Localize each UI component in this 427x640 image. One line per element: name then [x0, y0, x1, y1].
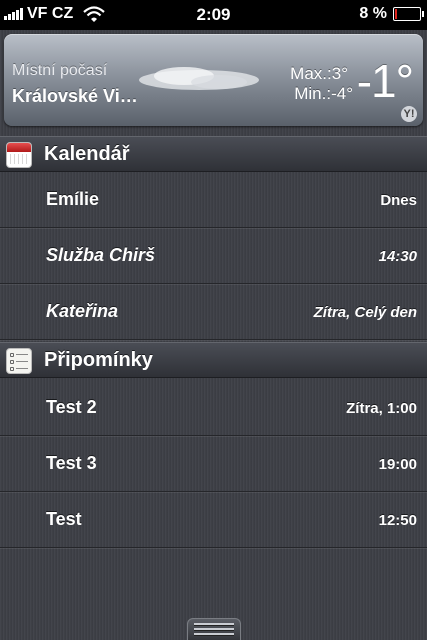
weather-city: Královské Vi… [12, 86, 138, 106]
reminders-header[interactable]: Připomínky [0, 342, 427, 378]
calendar-event[interactable]: Emílie Dnes [0, 172, 427, 228]
reminder-title: Test 2 [46, 397, 97, 417]
event-title: Emílie [46, 189, 100, 209]
reminder-time: 19:00 [378, 456, 417, 473]
calendar-title: Kalendář [44, 143, 130, 165]
cloud-icon [139, 67, 259, 90]
calendar-icon [6, 142, 32, 168]
battery-fill [395, 9, 397, 19]
status-bar: VF CZ 2:09 8 % [0, 0, 427, 30]
event-title: Kateřina [46, 301, 119, 321]
reminder-item[interactable]: Test 2 Zítra, 1:00 [0, 380, 427, 436]
calendar-event[interactable]: Kateřina Zítra, Celý den [0, 284, 427, 340]
event-title: Služba Chirš [46, 245, 156, 265]
weather-widget[interactable]: Místní počasí Královské Vi… Max.:3° Min.… [4, 34, 423, 126]
reminder-time: 12:50 [378, 512, 417, 529]
battery-percent: 8 % [359, 5, 387, 22]
yahoo-icon[interactable]: Y! [401, 106, 417, 122]
drag-handle-icon[interactable] [187, 618, 241, 640]
reminders-icon [6, 348, 32, 374]
weather-temperature: -1° [356, 55, 414, 107]
event-time: 14:30 [378, 248, 417, 265]
reminder-time: Zítra, 1:00 [346, 400, 417, 417]
calendar-event[interactable]: Služba Chirš 14:30 [0, 228, 427, 284]
calendar-header[interactable]: Kalendář [0, 136, 427, 172]
event-time: Dnes [380, 192, 417, 209]
reminder-item[interactable]: Test 3 19:00 [0, 436, 427, 492]
battery-icon [393, 7, 424, 21]
weather-max: Max.:3° [290, 64, 348, 83]
reminder-item[interactable]: Test 12:50 [0, 492, 427, 548]
weather-label: Místní počasí [12, 62, 108, 79]
weather-min: Min.:-4° [294, 84, 353, 103]
reminder-title: Test 3 [46, 453, 97, 473]
reminders-title: Připomínky [44, 349, 153, 371]
event-time: Zítra, Celý den [313, 304, 417, 321]
status-right: 8 % [359, 5, 424, 23]
reminder-title: Test [46, 509, 82, 529]
